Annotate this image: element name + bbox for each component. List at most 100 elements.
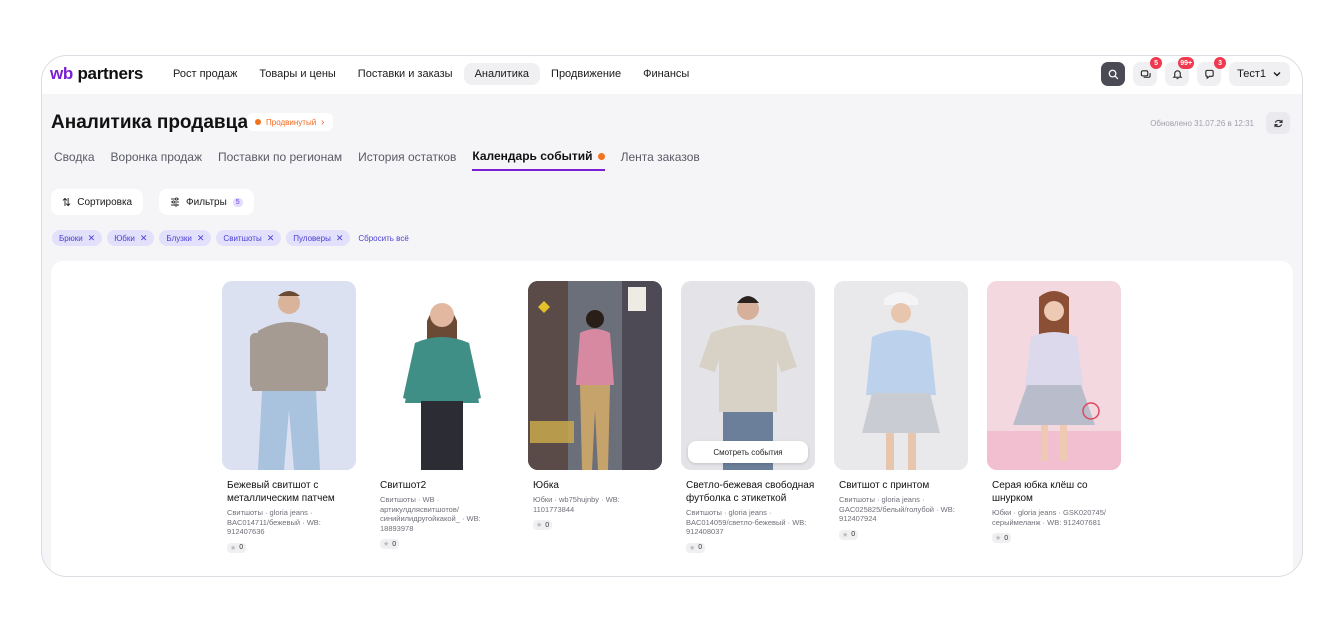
notifications-badge: 99+: [1178, 57, 1195, 69]
star-icon: ★: [689, 544, 696, 552]
product-card[interactable]: Свитшот2 Свитшоты · WB · артикулдлясвитш…: [375, 281, 509, 555]
close-icon[interactable]: ✕: [336, 233, 344, 244]
nav-item-supplies-orders[interactable]: Поставки и заказы: [347, 63, 464, 85]
filters-button[interactable]: Фильтры 5: [159, 189, 254, 215]
nav-item-finances[interactable]: Финансы: [632, 63, 700, 85]
star-icon: ★: [230, 544, 237, 552]
view-events-button[interactable]: Смотреть события: [688, 441, 808, 463]
page-title: Аналитика продавца: [51, 112, 249, 133]
product-photo[interactable]: Смотреть события: [681, 281, 815, 470]
sort-button[interactable]: ⇅ Сортировка: [51, 189, 144, 215]
product-card[interactable]: Юбка Юбки · wb75hujnby · WB: 1101773844 …: [528, 281, 662, 555]
product-rating: ★ 0: [686, 542, 706, 553]
chip-label: Пуловеры: [293, 233, 331, 243]
top-navigation-bar: wb partners Рост продаж Товары и цены По…: [42, 56, 1302, 94]
reset-filters-link[interactable]: Сбросить всё: [358, 234, 408, 243]
filters-icon: [171, 197, 179, 207]
product-rating: ★ 0: [839, 529, 859, 540]
logo-partners-text: partners: [77, 64, 144, 83]
product-photo[interactable]: [528, 281, 662, 470]
product-photo-illustration: [528, 281, 662, 470]
product-card[interactable]: Серая юбка клёш со шнурком Юбки · gloria…: [987, 281, 1121, 555]
product-meta: Свитшоты · gloria jeans · GAC025825/белы…: [839, 495, 955, 523]
product-photo-illustration: [250, 291, 328, 470]
product-card[interactable]: Смотреть события Светло-бежевая свободна…: [681, 281, 815, 555]
product-title[interactable]: Серая юбка клёш со шнурком: [987, 479, 1121, 505]
search-button[interactable]: [1101, 62, 1126, 86]
nav-item-promotion[interactable]: Продвижение: [540, 63, 632, 85]
chip-label: Свитшоты: [223, 233, 262, 243]
close-icon[interactable]: ✕: [197, 233, 205, 244]
nav-item-goods-prices[interactable]: Товары и цены: [248, 63, 346, 85]
nav-item-analytics[interactable]: Аналитика: [463, 63, 541, 85]
tab-new-dot-icon: [597, 152, 605, 160]
product-card[interactable]: Свитшот с принтом Свитшоты · gloria jean…: [834, 281, 968, 555]
product-photo-illustration: [987, 291, 1121, 470]
product-meta: Юбки · wb75hujnby · WB: 1101773844: [533, 495, 620, 514]
rating-value: 0: [545, 521, 550, 529]
filter-chip-skirts[interactable]: Юбки ✕: [107, 230, 155, 246]
product-title[interactable]: Бежевый свитшот с металлическим патчем: [222, 479, 356, 505]
product-photo[interactable]: [987, 281, 1121, 470]
refresh-button[interactable]: [1266, 112, 1290, 134]
rating-value: 0: [851, 531, 856, 538]
product-title[interactable]: Светло-бежевая свободная футболка с этик…: [681, 479, 815, 505]
tab-events-calendar-label: Календарь событий: [472, 149, 593, 163]
plan-badge[interactable]: Продвинутый ›: [247, 113, 333, 131]
close-icon[interactable]: ✕: [140, 233, 148, 244]
sort-icon: ⇅: [62, 196, 72, 209]
filter-chip-trousers[interactable]: Брюки ✕: [52, 230, 103, 246]
nav-item-sales-growth[interactable]: Рост продаж: [162, 63, 248, 85]
app-window: wb partners Рост продаж Товары и цены По…: [41, 55, 1303, 577]
product-photo[interactable]: [834, 281, 968, 470]
product-title[interactable]: Свитшот2: [375, 479, 509, 492]
sort-label: Сортировка: [77, 196, 133, 208]
header-actions: 5 99+ 3 Тест1: [1101, 57, 1290, 86]
user-menu[interactable]: Тест1: [1229, 62, 1290, 86]
star-icon: ★: [995, 535, 1002, 542]
filter-chip-pullovers[interactable]: Пуловеры ✕: [286, 230, 351, 246]
tab-summary[interactable]: Сводка: [54, 149, 95, 171]
messages-badge: 5: [1150, 57, 1163, 69]
filters-label: Фильтры: [186, 196, 227, 208]
product-photo-illustration: [403, 303, 481, 470]
product-meta: Свитшоты · WB · артикулдлясвитшотов/ син…: [380, 495, 481, 533]
tab-sales-funnel[interactable]: Воронка продаж: [111, 149, 202, 171]
tab-events-calendar[interactable]: Календарь событий: [472, 149, 605, 171]
product-photo[interactable]: [375, 281, 509, 470]
rating-value: 0: [392, 540, 397, 548]
products-panel: Бежевый свитшот с металлическим патчем С…: [51, 261, 1293, 576]
chip-label: Блузки: [166, 233, 192, 243]
rating-value: 0: [698, 544, 703, 551]
product-title[interactable]: Свитшот с принтом: [834, 479, 968, 492]
filter-chip-sweatshirts[interactable]: Свитшоты ✕: [216, 230, 282, 246]
updated-timestamp: Обновлено 31.07.26 в 12:31: [1150, 119, 1254, 128]
product-cards: Бежевый свитшот с металлическим патчем С…: [222, 281, 1121, 555]
filter-chip-blouses[interactable]: Блузки ✕: [159, 230, 212, 246]
product-card[interactable]: Бежевый свитшот с металлическим патчем С…: [222, 281, 356, 555]
tab-orders-feed[interactable]: Лента заказов: [621, 149, 700, 171]
tab-stock-history[interactable]: История остатков: [358, 149, 456, 171]
messages-icon: [1140, 69, 1151, 78]
product-title[interactable]: Юбка: [528, 479, 662, 492]
rating-value: 0: [239, 544, 244, 551]
bell-icon: [1172, 69, 1183, 79]
chat-button[interactable]: 3: [1197, 57, 1227, 86]
star-icon: ★: [536, 522, 543, 529]
search-icon: [1108, 69, 1118, 79]
filters-count: 5: [232, 197, 243, 207]
product-meta: Свитшоты · gloria jeans · BAC014711/беже…: [227, 508, 321, 536]
messages-button[interactable]: 5: [1133, 57, 1163, 86]
tab-regional-supplies[interactable]: Поставки по регионам: [218, 149, 342, 171]
close-icon[interactable]: ✕: [267, 233, 275, 244]
refresh-icon: [1273, 119, 1283, 127]
rating-value: 0: [1004, 534, 1009, 542]
close-icon[interactable]: ✕: [88, 233, 96, 244]
chip-label: Брюки: [59, 233, 83, 243]
product-photo-illustration: [862, 292, 940, 470]
product-rating: ★ 0: [227, 542, 247, 553]
notifications-button[interactable]: 99+: [1165, 57, 1195, 86]
product-photo[interactable]: [222, 281, 356, 470]
wb-partners-logo[interactable]: wb partners: [50, 64, 143, 84]
product-rating: ★ 0: [992, 533, 1012, 543]
